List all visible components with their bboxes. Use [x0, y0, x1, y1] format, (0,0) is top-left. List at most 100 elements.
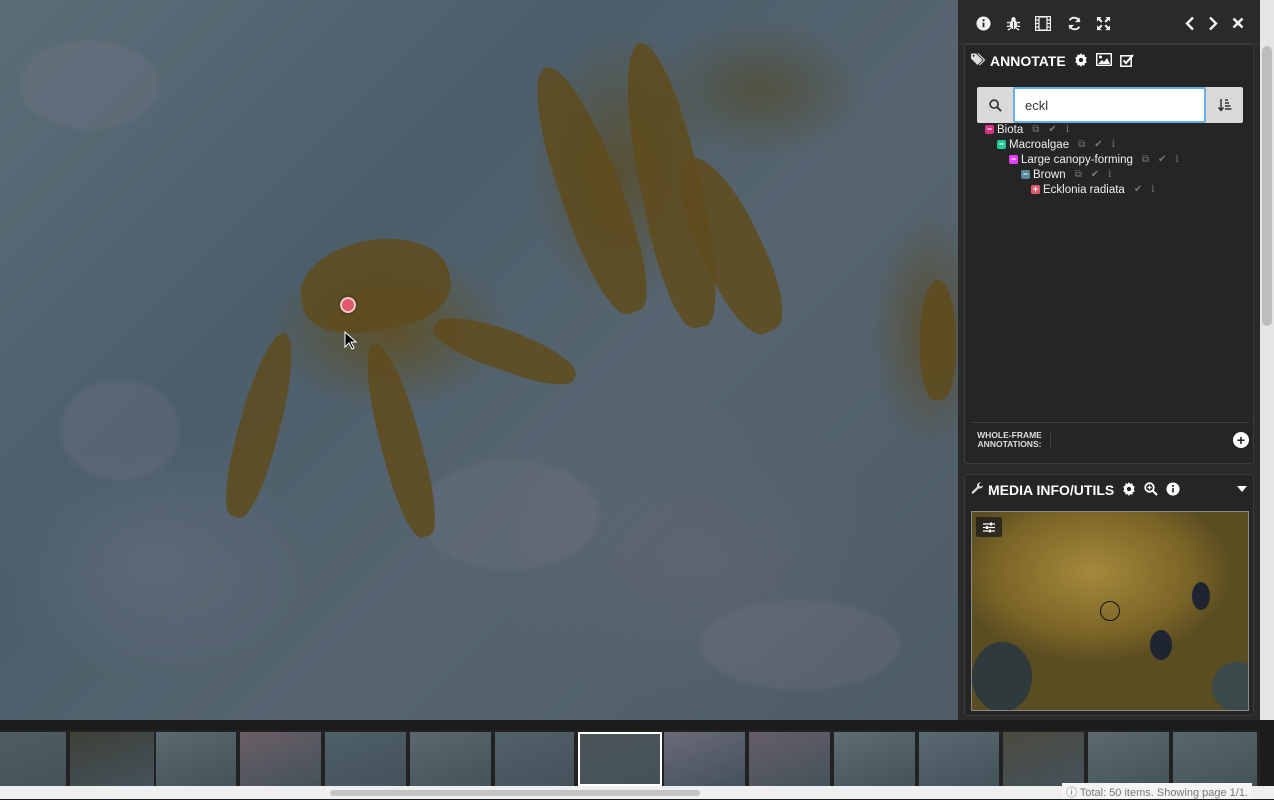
thumbnail[interactable] [1088, 732, 1169, 786]
side-panel: ANNOTATE −Biota⧉✔i−Macroalgae⧉✔i−Large c… [958, 0, 1260, 720]
search-icon[interactable] [977, 87, 1013, 123]
thumbnail[interactable] [0, 732, 66, 786]
rock-texture [20, 40, 160, 130]
copy-icon[interactable]: ⧉ [1075, 169, 1082, 180]
whole-frame-annotations-bar: WHOLE-FRAME ANNOTATIONS: + [971, 422, 1249, 458]
whole-frame-label-line2: ANNOTATIONS: [977, 439, 1042, 449]
check-icon[interactable]: ✔ [1094, 139, 1102, 150]
tree-node-label[interactable]: Ecklonia radiata [1043, 184, 1125, 196]
copy-icon[interactable]: ⧉ [1078, 139, 1085, 150]
info-icon: ⓘ [1065, 787, 1077, 799]
thumbnail[interactable] [578, 732, 662, 786]
media-info-panel: MEDIA INFO/UTILS [964, 474, 1254, 716]
chevron-right-icon[interactable] [1202, 12, 1224, 34]
info-icon[interactable] [1166, 481, 1180, 499]
gear-icon[interactable] [1122, 481, 1136, 499]
total-items-text: Total: 50 items. Showing page 1/1. [1079, 787, 1248, 799]
tags-icon [971, 53, 986, 69]
chevron-left-icon[interactable] [1179, 12, 1201, 34]
media-header: MEDIA INFO/UTILS [971, 476, 1180, 504]
zoom-in-icon[interactable] [1144, 481, 1158, 499]
thumbnail[interactable] [1173, 732, 1257, 786]
info-icon[interactable] [972, 12, 994, 34]
tree-node-label[interactable]: Large canopy-forming [1021, 154, 1133, 166]
info-icon[interactable]: i [1108, 169, 1111, 180]
annotate-title: ANNOTATE [990, 53, 1066, 69]
thumbnail[interactable] [410, 732, 491, 786]
zoom-texture [1212, 662, 1248, 710]
image-viewer[interactable] [0, 0, 958, 720]
total-items-status: ⓘ Total: 50 items. Showing page 1/1. [1061, 783, 1252, 799]
expand-toggle-icon[interactable]: + [1031, 185, 1040, 194]
mouse-cursor-icon [344, 331, 358, 350]
wrench-icon [971, 482, 984, 498]
expand-icon[interactable] [1092, 12, 1114, 34]
tree-node-label[interactable]: Biota [997, 124, 1023, 136]
vertical-scrollbar[interactable] [1260, 0, 1274, 720]
vertical-scroll-thumb[interactable] [1262, 46, 1272, 326]
label-search-box [977, 87, 1243, 123]
tree-node[interactable]: − Biota ⧉ ✔ i [985, 122, 1069, 137]
copy-icon[interactable]: ⧉ [1032, 124, 1039, 135]
kelp-frond [216, 328, 304, 522]
check-icon[interactable]: ✔ [1158, 154, 1166, 165]
check-square-icon[interactable] [1119, 53, 1134, 70]
tree-node[interactable]: + Ecklonia radiata ✔ i [1031, 182, 1154, 197]
kelp-frond [354, 338, 446, 542]
zoom-texture [972, 642, 1032, 710]
tree-node[interactable]: − Macroalgae ⧉ ✔ i [997, 137, 1115, 152]
thumbnail[interactable] [240, 732, 321, 786]
zoom-texture [1192, 582, 1210, 610]
sliders-icon[interactable] [976, 517, 1002, 537]
sort-icon[interactable] [1206, 87, 1243, 123]
tree-node-label[interactable]: Brown [1033, 169, 1066, 181]
collapse-toggle-icon[interactable]: − [1009, 155, 1018, 164]
annotate-header: ANNOTATE [971, 47, 1134, 75]
thumbnail[interactable] [495, 732, 574, 786]
check-icon[interactable]: ✔ [1048, 124, 1056, 135]
close-icon[interactable] [1227, 12, 1249, 34]
refresh-icon[interactable] [1063, 12, 1085, 34]
check-icon[interactable]: ✔ [1134, 184, 1142, 195]
rock-texture [700, 600, 900, 690]
rock-texture [420, 460, 600, 570]
kelp-frond [920, 280, 956, 400]
thumbnail[interactable] [1003, 732, 1084, 786]
annotation-point[interactable] [340, 297, 356, 313]
film-icon[interactable] [1032, 12, 1054, 34]
collapse-toggle-icon[interactable]: − [1021, 170, 1030, 179]
zoom-preview[interactable] [971, 511, 1249, 711]
collapse-toggle-icon[interactable]: − [985, 125, 994, 134]
info-icon[interactable]: i [1112, 139, 1115, 150]
thumbnail[interactable] [325, 732, 406, 786]
info-icon[interactable]: i [1175, 154, 1178, 165]
image-icon[interactable] [1095, 52, 1112, 69]
tree-node-label[interactable]: Macroalgae [1009, 139, 1069, 151]
thumbnail[interactable] [664, 732, 745, 786]
caret-down-icon[interactable] [1237, 483, 1247, 495]
whole-frame-label: WHOLE-FRAME ANNOTATIONS: [973, 431, 1051, 449]
collapse-toggle-icon[interactable]: − [997, 140, 1006, 149]
check-icon[interactable]: ✔ [1091, 169, 1099, 180]
zoom-target-ring [1100, 601, 1120, 621]
annotate-panel: ANNOTATE −Biota⧉✔i−Macroalgae⧉✔i−Large c… [964, 44, 1254, 464]
horizontal-scroll-thumb[interactable] [330, 790, 700, 796]
thumbnail[interactable] [749, 732, 830, 786]
bug-icon[interactable] [1002, 12, 1024, 34]
gear-icon[interactable] [1074, 52, 1088, 70]
info-icon[interactable]: i [1151, 184, 1154, 195]
thumbnail[interactable] [156, 732, 236, 786]
thumbnail[interactable] [70, 732, 154, 786]
media-title: MEDIA INFO/UTILS [988, 482, 1115, 498]
rock-texture [60, 380, 180, 480]
thumbnail[interactable] [834, 732, 915, 786]
label-search-input[interactable] [1013, 87, 1206, 123]
kelp-frond [427, 305, 583, 395]
thumbnail[interactable] [919, 732, 999, 786]
add-whole-frame-annotation-button[interactable]: + [1233, 432, 1249, 448]
tree-node[interactable]: − Large canopy-forming ⧉ ✔ i [1009, 152, 1179, 167]
copy-icon[interactable]: ⧉ [1142, 154, 1149, 165]
tree-node[interactable]: − Brown ⧉ ✔ i [1021, 167, 1111, 182]
panel-toolbar [958, 0, 1260, 44]
info-icon[interactable]: i [1066, 124, 1069, 135]
